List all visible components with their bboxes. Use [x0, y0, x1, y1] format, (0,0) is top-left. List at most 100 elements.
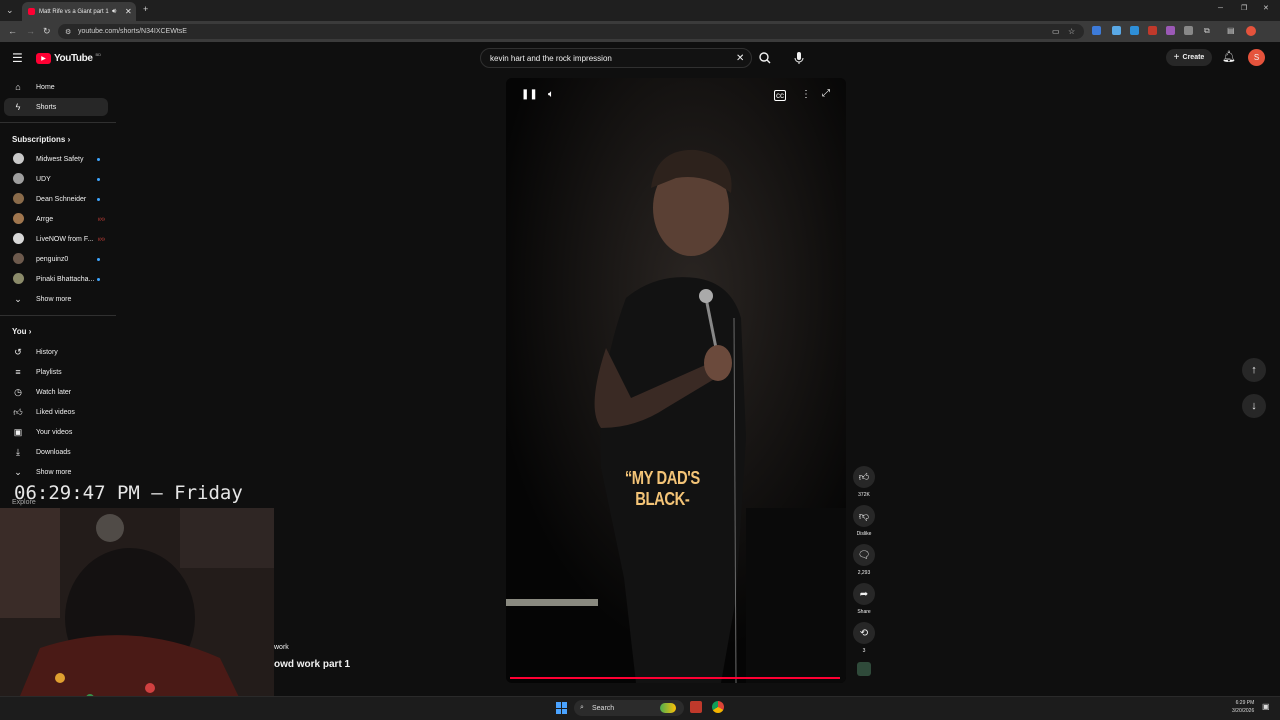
video-caption-text: “MY DAD'S BLACK- — [624, 468, 700, 509]
cast-icon[interactable]: ▭ — [1052, 27, 1060, 36]
extension-icon[interactable] — [1092, 26, 1101, 35]
notification-icon[interactable]: ▣ — [1262, 702, 1270, 711]
show-more-you[interactable]: ⌄ Show more — [4, 463, 108, 481]
fullscreen-icon[interactable]: ⤢ — [822, 88, 830, 99]
tray-time: 6:29 PM — [1235, 700, 1255, 706]
shorts-video-player[interactable]: ❚❚ 🔈︎ cc ⋮ ⤢ — [506, 78, 846, 683]
taskbar-app-icon[interactable] — [690, 701, 702, 713]
channel-name: UDY — [36, 175, 51, 183]
search-input[interactable]: kevin hart and the rock impression ✕ — [480, 48, 752, 68]
back-icon[interactable]: ← — [8, 27, 17, 36]
clear-search-icon[interactable]: ✕ — [736, 53, 744, 64]
download-icon: ⤓ — [16, 447, 20, 457]
arrow-up-icon: ↑ — [1251, 364, 1257, 376]
extension-icon[interactable] — [1112, 26, 1121, 35]
voice-search-button[interactable] — [788, 48, 810, 68]
account-avatar[interactable]: S — [1248, 49, 1265, 66]
share-button[interactable]: ➦ — [853, 583, 875, 605]
like-button[interactable]: 👍︎ — [853, 466, 875, 488]
logo-text: YouTube — [54, 52, 93, 64]
sidebar-item-downloads[interactable]: ⤓ Downloads — [4, 443, 108, 461]
dislike-button[interactable]: 👎︎ — [853, 505, 875, 527]
new-content-dot — [97, 178, 100, 181]
pause-icon[interactable]: ❚❚ — [521, 89, 538, 100]
sidebar-item-shorts[interactable]: ϟ Shorts — [4, 98, 108, 116]
browser-tab[interactable]: Matt Rife vs a Giant part 1 🔊︎ ✕ — [22, 2, 136, 21]
live-icon: ((•)) — [98, 236, 105, 241]
site-info-icon[interactable]: ⚙ — [65, 28, 71, 36]
subscription-item[interactable]: Midwest Safety — [4, 150, 108, 168]
close-window-icon[interactable]: ✕ — [1263, 5, 1269, 12]
sidebar-item-your-videos[interactable]: ▣ Your videos — [4, 423, 108, 441]
extension-icon[interactable] — [1184, 26, 1193, 35]
clock-icon: ◷ — [14, 387, 22, 397]
channel-name: penguinz0 — [36, 255, 69, 263]
new-tab-button[interactable]: + — [143, 5, 148, 14]
subscriptions-header[interactable]: Subscriptions › — [12, 135, 70, 144]
sidebar-item-history[interactable]: ↺ History — [4, 343, 108, 361]
audio-track-thumbnail[interactable] — [857, 662, 871, 676]
sidebar-item-label: Show more — [36, 468, 72, 476]
show-more-subscriptions[interactable]: ⌄ Show more — [4, 290, 108, 308]
close-icon[interactable]: ✕ — [125, 7, 132, 16]
thumbs-up-icon: 👍︎ — [858, 472, 870, 483]
chrome-taskbar-icon[interactable] — [712, 701, 724, 713]
microphone-icon — [794, 52, 804, 64]
channel-name: Dean Schneider — [36, 195, 87, 203]
remix-button[interactable]: ⟲ — [853, 622, 875, 644]
profile-icon[interactable] — [1246, 26, 1256, 36]
chevron-down-icon: ⌄ — [14, 294, 22, 304]
create-button[interactable]: + Create — [1166, 49, 1212, 66]
volume-icon[interactable]: 🔈︎ — [548, 89, 554, 100]
start-button[interactable] — [556, 702, 568, 714]
video-frame — [506, 78, 846, 683]
background-video-title: owd work part 1 — [274, 659, 351, 670]
sidebar-item-liked-videos[interactable]: 👍︎ Liked videos — [4, 403, 108, 421]
extension-icon[interactable] — [1130, 26, 1139, 35]
sidebar-divider — [0, 315, 116, 316]
taskbar-search[interactable]: ⌕ Search — [574, 700, 684, 716]
notifications-bell-icon[interactable]: 🔔︎ — [1222, 50, 1236, 63]
restore-icon[interactable]: ❐ — [1241, 5, 1247, 12]
search-icon: ⌕ — [580, 704, 584, 711]
channel-name: LiveNOW from F... — [36, 235, 94, 243]
sidebar-item-home[interactable]: ⌂ Home — [4, 78, 108, 96]
video-progress-bar[interactable] — [510, 677, 840, 679]
you-header[interactable]: You › — [12, 327, 31, 336]
youtube-logo[interactable]: ▶ YouTube BD — [36, 52, 101, 64]
subscription-item[interactable]: Arrge ((•)) — [4, 210, 108, 228]
comments-button[interactable]: 🗨︎ — [853, 544, 875, 566]
extension-icon[interactable] — [1148, 26, 1157, 35]
previous-short-button[interactable]: ↑ — [1242, 358, 1266, 382]
subscription-item[interactable]: UDY — [4, 170, 108, 188]
subscription-item[interactable]: LiveNOW from F... ((•)) — [4, 230, 108, 248]
arrow-down-icon: ↓ — [1251, 400, 1257, 412]
forward-icon[interactable]: → — [26, 27, 35, 36]
subscription-item[interactable]: Pinaki Bhattacha... — [4, 270, 108, 288]
new-content-dot — [97, 258, 100, 261]
search-button[interactable] — [752, 48, 778, 68]
reload-icon[interactable]: ↻ — [43, 27, 51, 36]
live-icon: ((•)) — [98, 216, 105, 221]
sidebar-item-watch-later[interactable]: ◷ Watch later — [4, 383, 108, 401]
sidebar-item-playlists[interactable]: ≡ Playlists — [4, 363, 108, 381]
speaker-icon[interactable]: 🔊︎ — [112, 8, 116, 16]
captions-icon[interactable]: cc — [774, 90, 786, 101]
sidebar-panel-icon[interactable]: ▤ — [1227, 26, 1235, 35]
bookmark-star-icon[interactable]: ☆ — [1068, 27, 1075, 36]
comment-icon: 🗨︎ — [857, 549, 871, 561]
subscription-item[interactable]: penguinz0 — [4, 250, 108, 268]
address-bar[interactable]: ⚙ youtube.com/shorts/N34IXCEWtsE ▭ ☆ — [58, 24, 1084, 39]
extension-icon[interactable] — [1166, 26, 1175, 35]
more-options-icon[interactable]: ⋮ — [801, 89, 811, 100]
browser-tab-bar: ⌄ Matt Rife vs a Giant part 1 🔊︎ ✕ + ─ ❐… — [0, 0, 1280, 21]
extensions-puzzle-icon[interactable]: ⧉ — [1204, 26, 1210, 36]
remix-count: 3 — [862, 648, 866, 654]
minimize-icon[interactable]: ─ — [1218, 5, 1223, 12]
share-label: Share — [857, 609, 871, 615]
subscription-item[interactable]: Dean Schneider — [4, 190, 108, 208]
tab-search-icon[interactable]: ⌄ — [6, 6, 14, 15]
next-short-button[interactable]: ↓ — [1242, 394, 1266, 418]
system-clock[interactable]: 6:29 PM 3/20/2026 — [1232, 699, 1254, 715]
menu-icon[interactable]: ☰ — [12, 51, 23, 65]
